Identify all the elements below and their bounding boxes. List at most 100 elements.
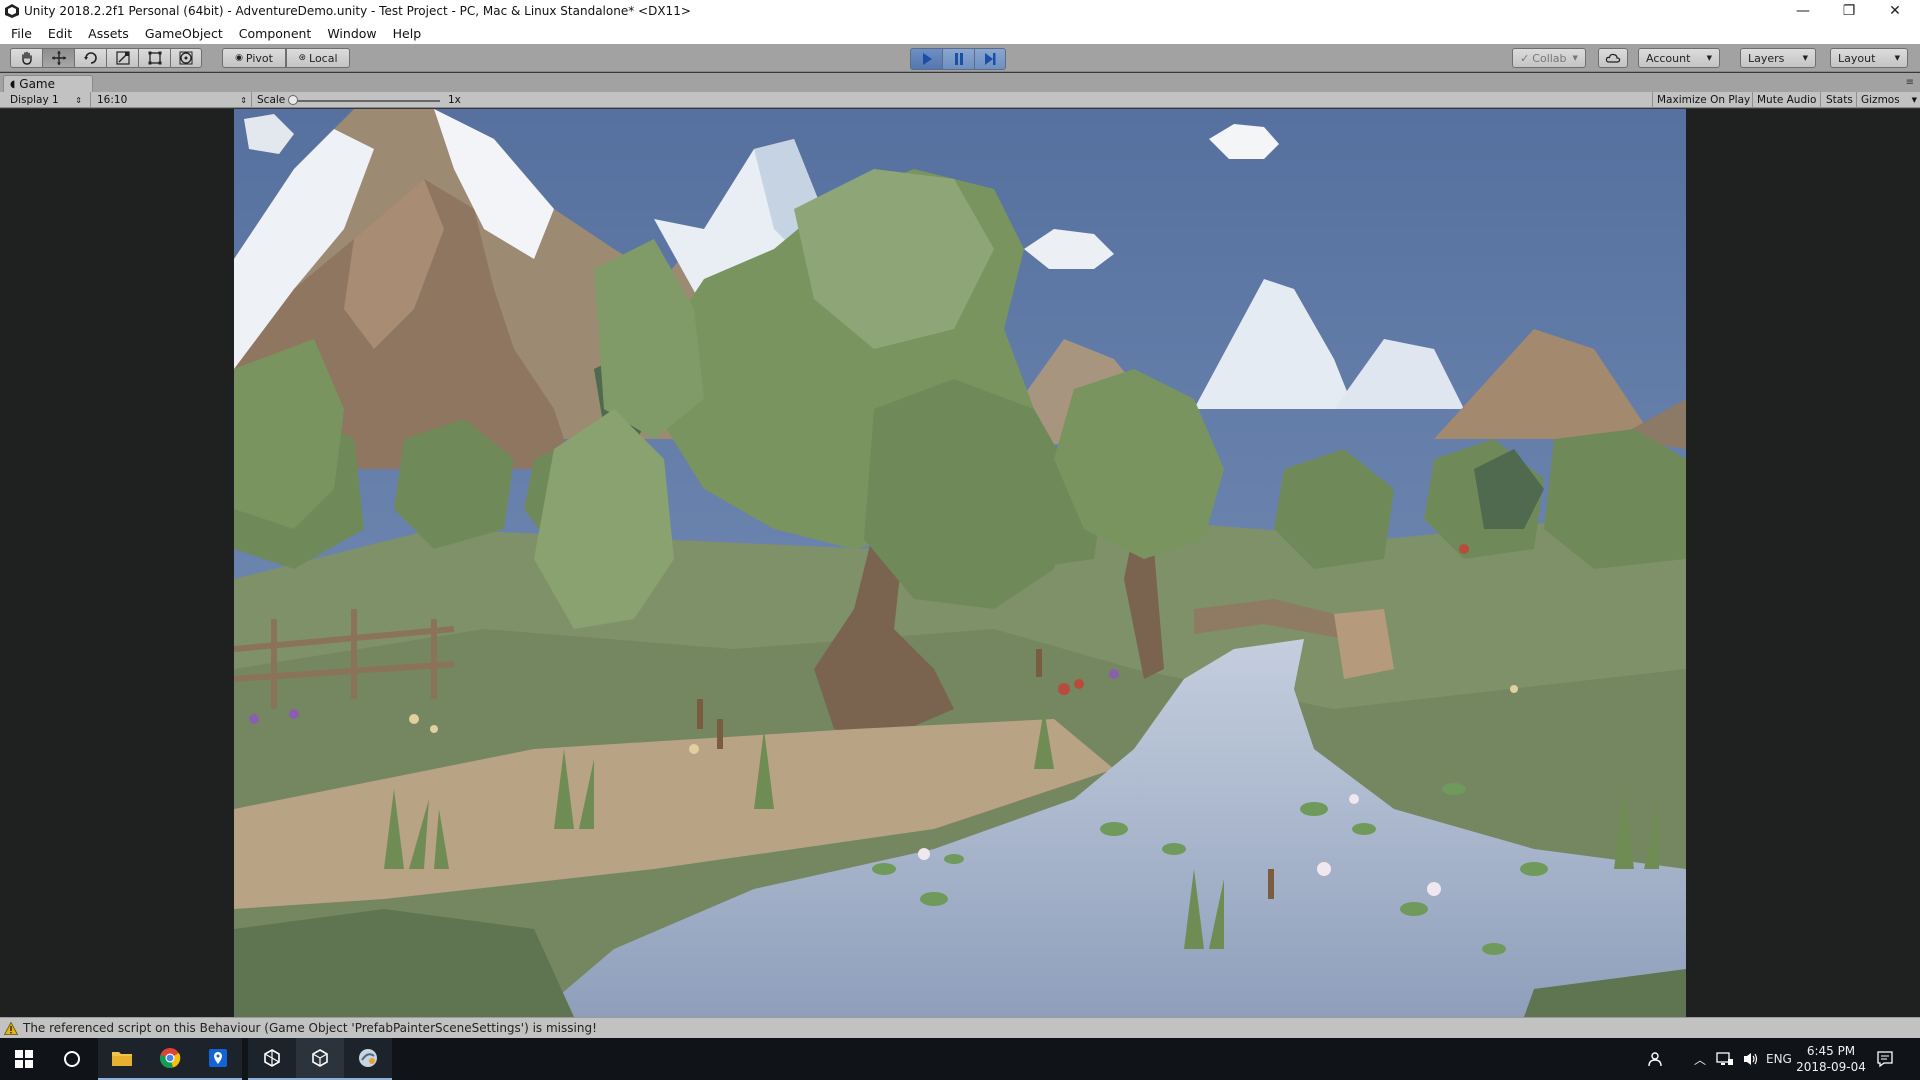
- account-dropdown[interactable]: Account ▼: [1638, 48, 1720, 68]
- restore-icon: ❐: [1842, 3, 1856, 19]
- chevron-down-icon: ▼: [1572, 54, 1578, 62]
- chevron-down-icon: ▼: [1894, 54, 1900, 62]
- game-tab-bar: ◖ Game ≡: [0, 73, 1920, 92]
- taskbar-app[interactable]: [344, 1038, 392, 1080]
- menu-gameobject[interactable]: GameObject: [137, 26, 231, 41]
- restore-button[interactable]: ❐: [1826, 0, 1872, 22]
- folder-icon: [112, 1052, 132, 1066]
- cortana-icon: [64, 1051, 80, 1067]
- close-button[interactable]: ✕: [1872, 0, 1918, 22]
- volume-button[interactable]: [1742, 1038, 1760, 1080]
- layout-dropdown[interactable]: Layout ▼: [1830, 48, 1908, 68]
- menu-edit[interactable]: Edit: [40, 26, 80, 41]
- rotate-icon: [83, 52, 97, 64]
- unity-hub-icon: [264, 1049, 280, 1067]
- unity-editor-icon: [312, 1049, 328, 1067]
- clock-time: 6:45 PM: [1806, 1044, 1856, 1058]
- account-label: Account: [1646, 51, 1691, 65]
- game-tab-icon: ◖: [10, 78, 16, 90]
- scale-slider-handle[interactable]: [288, 95, 298, 105]
- scale-tool-button[interactable]: [106, 48, 138, 68]
- local-toggle[interactable]: ⊛ Local: [286, 48, 350, 68]
- start-button[interactable]: [0, 1038, 48, 1080]
- cloud-button[interactable]: [1598, 48, 1628, 68]
- rect-tool-button[interactable]: [138, 48, 170, 68]
- rect-tool-icon: [148, 51, 161, 65]
- low-poly-landscape-scene: [234, 109, 1686, 1017]
- step-button[interactable]: [974, 48, 1006, 70]
- menu-window[interactable]: Window: [319, 26, 384, 41]
- aspect-dropdown[interactable]: 16:10 ⇕: [97, 92, 247, 108]
- chrome-icon: [160, 1048, 181, 1068]
- step-icon: [985, 53, 996, 65]
- layers-label: Layers: [1748, 51, 1785, 65]
- warning-icon: [4, 1021, 18, 1035]
- divider: [1752, 92, 1753, 108]
- rotate-tool-button[interactable]: [74, 48, 106, 68]
- taskbar-chrome[interactable]: [146, 1038, 194, 1080]
- display-dropdown[interactable]: Display 1 ⇕: [10, 92, 82, 108]
- layers-dropdown[interactable]: Layers ▼: [1740, 48, 1816, 68]
- transform-icon: [179, 51, 193, 65]
- mute-audio-toggle[interactable]: Mute Audio: [1757, 92, 1816, 108]
- move-tool-button[interactable]: [42, 48, 74, 68]
- maximize-on-play-toggle[interactable]: Maximize On Play: [1657, 92, 1750, 108]
- windows-start-icon: [15, 1050, 33, 1068]
- pivot-label: Pivot: [245, 51, 273, 65]
- hand-icon: [21, 51, 32, 65]
- playback-controls: [910, 48, 1006, 70]
- network-button[interactable]: [1716, 1038, 1734, 1080]
- app-icon: [359, 1049, 377, 1067]
- taskbar-clock[interactable]: 6:45 PM 2018-09-04: [1790, 1043, 1872, 1075]
- tab-menu-icon[interactable]: ≡: [1906, 77, 1914, 88]
- transform-tools: [10, 48, 202, 68]
- pause-icon: [954, 53, 963, 65]
- taskbar-unity-editor[interactable]: [296, 1038, 344, 1080]
- divider: [1856, 92, 1857, 108]
- chevron-down-icon: ▼: [1706, 54, 1712, 62]
- console-status-bar[interactable]: The referenced script on this Behaviour …: [0, 1017, 1920, 1038]
- people-button[interactable]: [1648, 1038, 1666, 1080]
- divider: [90, 92, 91, 108]
- tab-game[interactable]: ◖ Game: [3, 75, 93, 92]
- collab-dropdown[interactable]: ✓ Collab ▼: [1512, 48, 1586, 68]
- hand-tool-button[interactable]: [10, 48, 42, 68]
- clock-date: 2018-09-04: [1796, 1060, 1866, 1074]
- taskbar-maps[interactable]: [194, 1038, 242, 1080]
- gizmos-dropdown[interactable]: Gizmos ▼: [1861, 92, 1917, 108]
- menu-help[interactable]: Help: [385, 26, 430, 41]
- display-label: Display 1: [10, 94, 59, 106]
- move-icon: [51, 51, 66, 65]
- pivot-icon: ◉: [235, 53, 243, 63]
- unity-logo-icon: [5, 4, 19, 18]
- scale-slider-track[interactable]: [290, 100, 440, 102]
- windows-taskbar: ︿ ENG 6:45 PM 2018-09-04: [0, 1038, 1920, 1080]
- transform-tool-button[interactable]: [170, 48, 202, 68]
- input-language-indicator[interactable]: ENG: [1766, 1038, 1792, 1080]
- minimize-button[interactable]: —: [1780, 0, 1826, 22]
- scale-icon: [115, 51, 130, 65]
- play-button[interactable]: [910, 48, 942, 70]
- window-title: Unity 2018.2.2f1 Personal (64bit) - Adve…: [24, 4, 691, 18]
- menu-file[interactable]: File: [3, 26, 40, 41]
- stats-toggle[interactable]: Stats: [1826, 92, 1853, 108]
- taskbar-file-explorer[interactable]: [98, 1038, 146, 1080]
- scale-value: 1x: [448, 94, 461, 106]
- taskbar-unity-hub[interactable]: [248, 1038, 296, 1080]
- tab-game-label: Game: [19, 77, 56, 91]
- play-icon: [922, 53, 932, 65]
- cortana-button[interactable]: [48, 1038, 96, 1080]
- pivot-toggle[interactable]: ◉ Pivot: [222, 48, 286, 68]
- chevron-up-icon: ︿: [1694, 1052, 1707, 1067]
- close-icon: ✕: [1889, 3, 1901, 19]
- divider: [251, 92, 252, 108]
- chevron-updown-icon: ⇕: [240, 95, 247, 105]
- speaker-icon: [1744, 1053, 1758, 1065]
- tray-expand-button[interactable]: ︿: [1694, 1038, 1706, 1080]
- pause-button[interactable]: [942, 48, 974, 70]
- game-view-render[interactable]: [234, 109, 1686, 1017]
- main-toolbar: ◉ Pivot ⊛ Local ✓ Collab ▼ Account ▼ Lay…: [0, 44, 1920, 72]
- menu-assets[interactable]: Assets: [80, 26, 137, 41]
- action-center-button[interactable]: [1876, 1038, 1894, 1080]
- menu-component[interactable]: Component: [231, 26, 320, 41]
